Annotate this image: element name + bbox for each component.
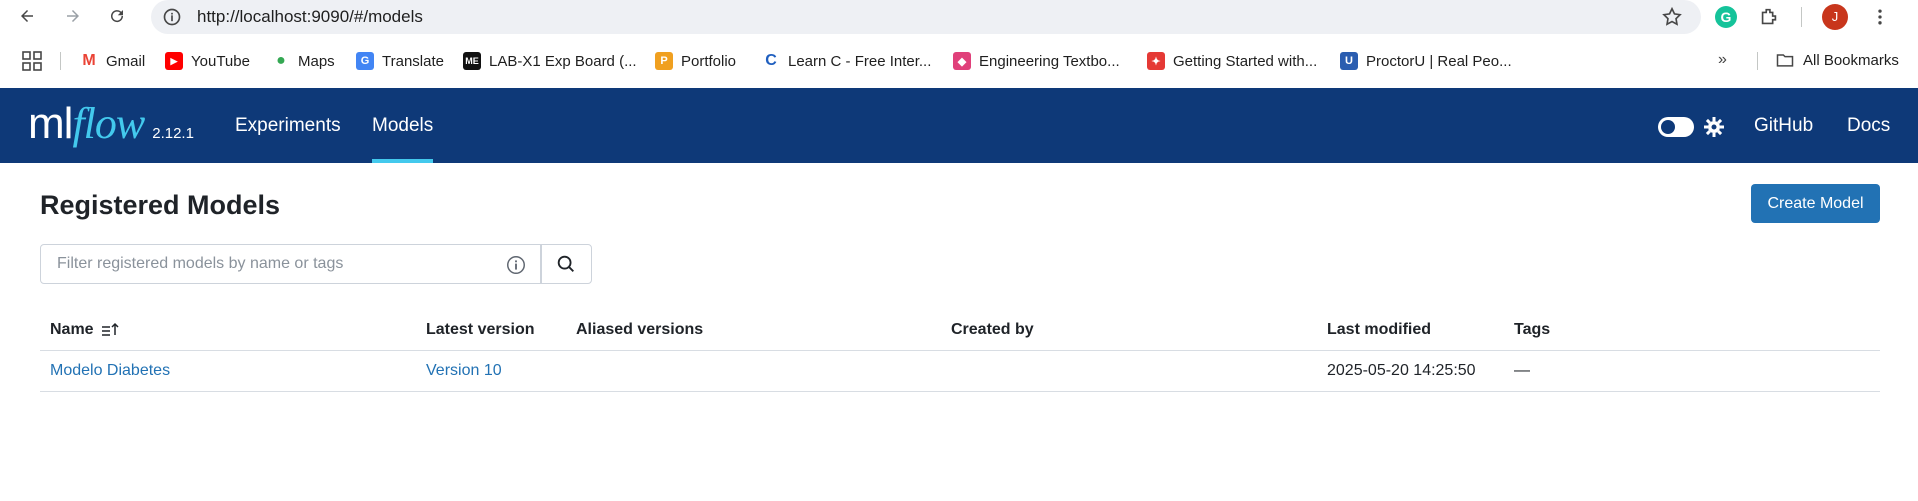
bookmark-label: LAB-X1 Exp Board (... (489, 52, 637, 70)
bookmark-maps[interactable]: ● Maps (272, 50, 335, 72)
header-divider (40, 350, 1880, 351)
bookmark-label: Portfolio (681, 52, 737, 70)
all-bookmarks-button[interactable]: All Bookmarks (1775, 50, 1899, 70)
translate-icon: G (356, 52, 374, 70)
bookmark-translate[interactable]: G Translate (356, 50, 444, 72)
search-icon (557, 255, 574, 272)
more-menu-icon[interactable] (1868, 5, 1892, 29)
page-title: Registered Models (40, 190, 281, 220)
maps-icon: ● (276, 52, 286, 69)
bookmark-label: ProctorU | Real Peo... (1366, 52, 1512, 70)
getting-started-icon: ✦ (1147, 52, 1165, 70)
row-divider (40, 391, 1880, 392)
column-header-latest-version: Latest version (426, 321, 535, 338)
bookmark-star-icon[interactable] (1661, 6, 1683, 28)
nav-models[interactable]: Models (372, 88, 434, 163)
tags-cell: — (1514, 362, 1530, 379)
gear-icon[interactable] (1702, 115, 1726, 139)
grammarly-icon[interactable]: G (1715, 5, 1737, 28)
youtube-icon: ▶ (165, 52, 183, 70)
address-bar[interactable]: http://localhost:9090/#/models (151, 0, 1701, 34)
all-bookmarks-label: All Bookmarks (1803, 51, 1899, 69)
bookmark-label: Translate (382, 52, 444, 70)
forward-button[interactable] (60, 3, 86, 29)
sort-ascending-icon[interactable] (100, 320, 120, 340)
me-icon: ME (463, 52, 481, 70)
column-label: Name (50, 321, 94, 338)
bookmark-youtube[interactable]: ▶ YouTube (165, 50, 250, 72)
engineering-icon: ◆ (953, 52, 971, 70)
gmail-icon: M (82, 52, 96, 69)
column-header-tags: Tags (1514, 321, 1551, 338)
toolbar-divider (1801, 6, 1802, 27)
column-header-created-by: Created by (951, 321, 1034, 338)
bookmark-label: Engineering Textbo... (979, 52, 1120, 70)
bookmark-label: Maps (298, 52, 335, 70)
column-header-aliased-versions: Aliased versions (576, 321, 704, 338)
bookmark-portfolio[interactable]: P Portfolio (655, 50, 736, 72)
bookmark-lab-x1[interactable]: ME LAB-X1 Exp Board (... (463, 50, 637, 72)
version-label: 2.12.1 (152, 125, 194, 142)
bookmark-gmail[interactable]: M Gmail (80, 50, 145, 72)
arrow-right-icon (67, 10, 79, 22)
mlflow-header: ml flow 2.12.1 Experiments Models GitHub… (0, 88, 1918, 163)
github-link[interactable]: GitHub (1754, 88, 1813, 163)
learn-c-icon: C (765, 52, 777, 69)
search-placeholder: Filter registered models by name or tags (57, 255, 344, 272)
apps-grid-icon[interactable] (22, 51, 42, 71)
reload-icon (111, 10, 124, 23)
more-bookmarks-icon[interactable]: » (1718, 51, 1727, 69)
mlflow-logo[interactable]: ml flow 2.12.1 (28, 98, 194, 149)
toolbar-right: G J (1715, 0, 1892, 33)
model-name-link[interactable]: Modelo Diabetes (50, 350, 170, 392)
bookmark-label: Learn C - Free Inter... (788, 52, 932, 70)
proctoru-icon: U (1340, 52, 1358, 70)
url-text: http://localhost:9090/#/models (197, 7, 423, 26)
nav-experiments[interactable]: Experiments (235, 88, 341, 163)
site-info-icon[interactable] (161, 6, 183, 28)
reload-button[interactable] (104, 3, 130, 29)
bookmark-proctoru[interactable]: U ProctorU | Real Peo... (1340, 50, 1512, 72)
last-modified-cell: 2025-05-20 14:25:50 (1327, 362, 1476, 379)
back-button[interactable] (14, 3, 40, 29)
bookmark-label: Gmail (106, 52, 146, 70)
create-model-button[interactable]: Create Model (1751, 184, 1880, 223)
logo-flow-text: flow (72, 99, 145, 148)
bookmarks-bar: M Gmail ▶ YouTube ● Maps G Translate ME … (0, 46, 1918, 76)
latest-version-link[interactable]: Version 10 (426, 350, 502, 392)
search-button[interactable] (540, 244, 592, 284)
folder-icon (1776, 54, 1794, 67)
bookmarks-divider (1757, 52, 1758, 70)
dark-mode-toggle[interactable] (1658, 117, 1694, 137)
info-icon[interactable] (505, 254, 527, 276)
column-header-last-modified: Last modified (1327, 321, 1432, 338)
profile-avatar[interactable]: J (1822, 3, 1848, 30)
extensions-icon[interactable] (1757, 5, 1781, 29)
bookmark-engineering[interactable]: ◆ Engineering Textbo... (953, 50, 1120, 72)
portfolio-icon: P (655, 52, 673, 70)
bookmark-getting-started[interactable]: ✦ Getting Started with... (1147, 50, 1317, 72)
logo-ml-text: ml (28, 99, 73, 148)
column-header-name[interactable]: Name (50, 310, 120, 350)
docs-link[interactable]: Docs (1847, 88, 1890, 163)
arrow-left-icon (21, 10, 33, 22)
bookmark-learn-c[interactable]: C Learn C - Free Inter... (762, 50, 931, 72)
bookmark-label: YouTube (191, 52, 250, 70)
search-input[interactable]: Filter registered models by name or tags (40, 244, 542, 284)
bookmarks-divider (60, 52, 61, 70)
bookmark-label: Getting Started with... (1173, 52, 1318, 70)
browser-toolbar: http://localhost:9090/#/models G J (0, 0, 1918, 34)
